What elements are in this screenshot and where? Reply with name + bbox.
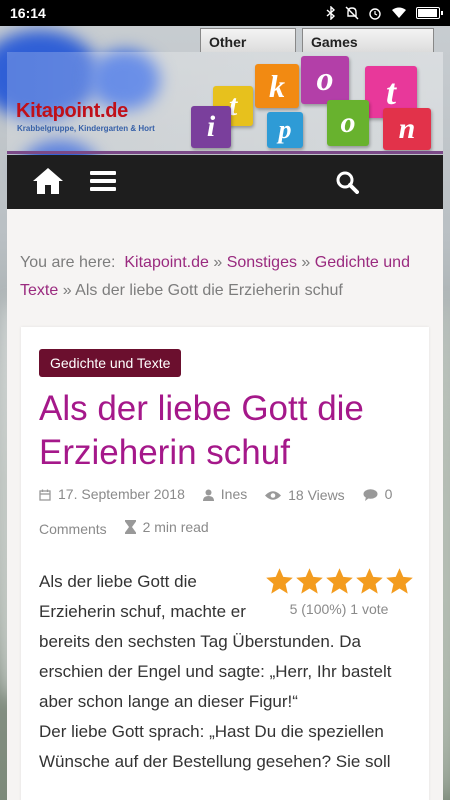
rating-summary: 5 (100%) 1 vote (289, 601, 389, 617)
logo-cube: i (191, 106, 231, 148)
post-comments[interactable]: 0 (363, 479, 393, 510)
star-icon[interactable] (265, 567, 294, 596)
star-rating: 5 (100%) 1 vote (264, 567, 414, 620)
post-author-text: Ines (220, 486, 248, 502)
status-bar: 16:14 (0, 0, 450, 26)
logo-cube: o (301, 56, 349, 104)
post-comments-label: Comments (39, 521, 107, 537)
breadcrumb-separator: » (213, 254, 223, 271)
tab-games[interactable]: Games (302, 28, 434, 52)
post-comments-count: 0 (384, 486, 393, 502)
post-paragraph: Der liebe Gott sprach: „Hast Du die spez… (39, 722, 391, 771)
main-nav (7, 155, 443, 209)
alarm-icon (369, 8, 381, 20)
logo-cube: o (327, 100, 369, 146)
top-tabs: Other Games (200, 28, 434, 52)
calendar-icon (39, 489, 51, 501)
user-icon (202, 489, 214, 501)
post-date-text: 17. September 2018 (58, 486, 185, 502)
post-comments-label-wrap[interactable]: Comments (39, 514, 107, 545)
status-time: 16:14 (10, 5, 46, 21)
star-icon[interactable] (355, 567, 384, 596)
site-logo-title[interactable]: Kitapoint.de (16, 100, 128, 123)
battery-icon (416, 7, 443, 19)
site-logo-subtitle: Krabbelgruppe, Kindergarten & Hort (17, 124, 155, 133)
logo-cube: k (255, 64, 299, 108)
star-icon[interactable] (385, 567, 414, 596)
hamburger-menu-icon[interactable] (90, 170, 116, 197)
post-body: 5 (100%) 1 vote Als der liebe Gott die E… (39, 567, 414, 777)
post-views-text: 18 Views (288, 486, 345, 503)
breadcrumb: You are here: Kitapoint.de » Sonstiges »… (20, 249, 430, 305)
mute-bell-icon (345, 6, 359, 20)
category-badge[interactable]: Gedichte und Texte (39, 349, 182, 377)
tab-other[interactable]: Other (200, 28, 296, 52)
star-icon[interactable] (295, 567, 324, 596)
home-icon[interactable] (32, 167, 64, 200)
wifi-icon (392, 7, 406, 18)
breadcrumb-separator: » (301, 254, 311, 271)
star-icon[interactable] (325, 567, 354, 596)
post-title: Als der liebe Gott die Erzieherin schuf (39, 389, 364, 472)
breadcrumb-link-home[interactable]: Kitapoint.de (124, 254, 209, 271)
logo-cubes: t k o t i p o n (187, 56, 443, 152)
breadcrumb-prefix: You are here: (20, 254, 116, 271)
post-meta: 17. September 2018 Ines 18 Views 0 Comme… (39, 479, 419, 545)
site-header: Kitapoint.de Krabbelgruppe, Kindergarten… (7, 52, 443, 152)
comment-icon (363, 488, 378, 501)
bluetooth-icon (326, 6, 336, 20)
header-divider (7, 151, 443, 154)
breadcrumb-separator: » (62, 282, 72, 299)
breadcrumb-link-sonstiges[interactable]: Sonstiges (227, 254, 297, 271)
content-panel: You are here: Kitapoint.de » Sonstiges »… (7, 209, 443, 800)
eye-icon (265, 490, 282, 500)
search-icon[interactable] (335, 170, 359, 199)
status-icons (326, 6, 443, 20)
post-card: Gedichte und Texte Als der liebe Gott di… (21, 327, 429, 800)
post-author[interactable]: Ines (202, 479, 248, 510)
rating-stars[interactable] (264, 567, 414, 596)
post-read-time-text: 2 min read (142, 518, 209, 535)
logo-cube: n (383, 108, 431, 150)
logo-cube: p (267, 112, 303, 148)
post-views: 18 Views (265, 480, 345, 511)
hourglass-icon (124, 520, 136, 534)
breadcrumb-current: Als der liebe Gott die Erzieherin schuf (75, 282, 343, 299)
post-date[interactable]: 17. September 2018 (39, 479, 185, 510)
post-read-time: 2 min read (124, 512, 209, 543)
